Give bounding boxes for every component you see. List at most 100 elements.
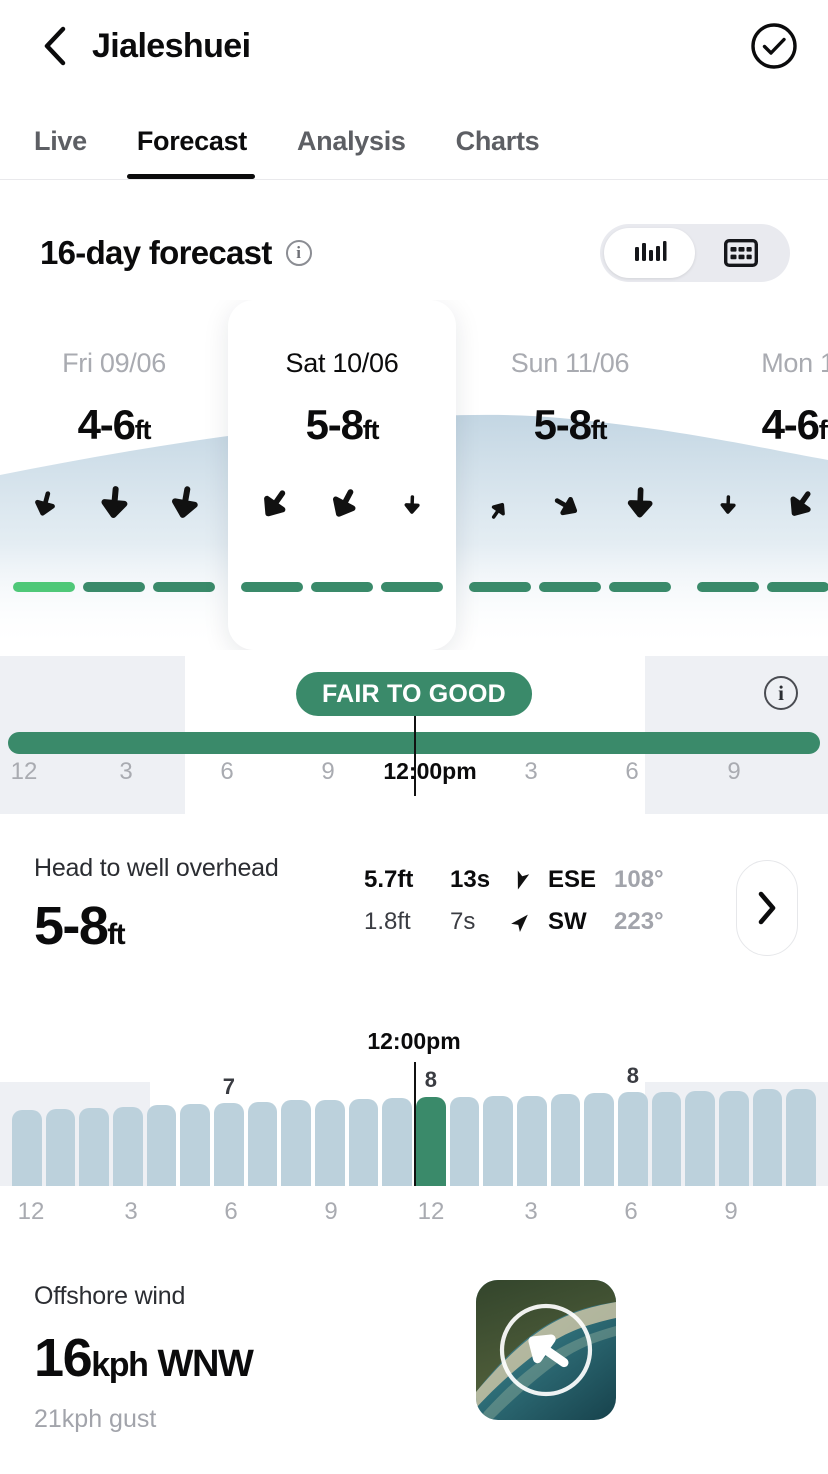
swell-secondary-degrees: 223°	[614, 908, 664, 935]
rating-segment	[381, 582, 443, 592]
chart-bar-cell	[79, 1076, 110, 1186]
swell-secondary-direction: SW	[548, 908, 587, 935]
favorite-check-button[interactable]	[750, 22, 798, 70]
forecast-header: 16-day forecast i	[0, 180, 828, 282]
wind-summary-row[interactable]: Offshore wind 16kph WNW 21kph gust	[0, 1250, 828, 1434]
bar-chart-icon	[634, 241, 666, 261]
chart-bar	[180, 1104, 211, 1186]
timeline-ticks: 12 3 6 9 12:00pm 3 6 9	[0, 756, 828, 802]
swell-primary-height: 5.7ft	[364, 866, 414, 893]
day-cards-row: Fri 09/06 4-6ft Sat 10/06 5-8ft Sun 11/0…	[0, 300, 828, 650]
wind-arrow-icon	[614, 486, 666, 530]
chart-bar	[348, 1099, 379, 1186]
timeline-tick-now: 12:00pm	[383, 758, 477, 784]
day-card-height: 5-8ft	[533, 401, 608, 448]
wind-arrow-icon	[702, 486, 754, 530]
wind-arrow-icon	[88, 486, 140, 530]
swell-primary-period: 13s	[450, 866, 491, 893]
tab-charts[interactable]: Charts	[456, 126, 568, 179]
day-card-date: Fri 09/06	[62, 348, 166, 378]
day-card-date: Mon 1	[761, 348, 828, 378]
day-carousel[interactable]: Fri 09/06 4-6ft Sat 10/06 5-8ft Sun 11/0…	[0, 300, 828, 650]
chart-tick: 3	[524, 1198, 538, 1225]
day-card-rating-segments	[0, 582, 228, 592]
swell-components: 5.7ft 13s ESE 108° 1.8ft 7s SW 223°	[364, 854, 736, 950]
rating-info-icon[interactable]: i	[764, 676, 798, 710]
chart-bar-cell	[550, 1076, 581, 1186]
rating-segment	[539, 582, 601, 592]
wind-arrow-icon	[474, 486, 526, 530]
app-header: Jialeshuei	[0, 0, 828, 92]
tab-bar: Live Forecast Analysis Charts	[0, 92, 828, 180]
tab-live[interactable]: Live	[34, 126, 115, 179]
day-card-sun[interactable]: Sun 11/06 5-8ft	[456, 300, 684, 650]
chart-bar-cell	[146, 1076, 177, 1186]
back-button[interactable]	[32, 24, 76, 68]
conditions-rating-timeline[interactable]: FAIR TO GOOD i 12 3 6 9 12:00pm 3 6 9	[0, 656, 828, 814]
chart-bar	[786, 1089, 817, 1186]
chart-bar	[79, 1107, 110, 1186]
day-card-height: 5-8ft	[305, 401, 380, 448]
swell-secondary: 1.8ft 7s SW 223°	[364, 908, 736, 936]
chevron-left-icon	[44, 26, 66, 66]
timeline-tick: 3	[119, 758, 133, 785]
chart-tick: 9	[324, 1198, 338, 1225]
swell-summary-row[interactable]: Head to well overhead 5-8ft 5.7ft 13s ES…	[0, 814, 828, 1006]
wind-speed: 16kph WNW	[34, 1328, 254, 1388]
tab-analysis[interactable]: Analysis	[297, 126, 434, 179]
chart-bar-current	[416, 1096, 446, 1186]
view-mode-chart-option[interactable]	[604, 228, 695, 278]
day-card-mon[interactable]: Mon 1 4-6ft	[684, 300, 828, 650]
chart-bar	[45, 1109, 76, 1186]
swell-description: Head to well overhead	[34, 854, 279, 882]
wind-arrow-icon	[772, 486, 824, 530]
chart-tick: 9	[724, 1198, 738, 1225]
day-card-fri[interactable]: Fri 09/06 4-6ft	[0, 300, 228, 650]
chart-now-label: 12:00pm	[367, 1028, 461, 1054]
forecast-screen: Jialeshuei Live Forecast Analysis Charts…	[0, 0, 828, 1474]
swell-summary-left: Head to well overhead 5-8ft	[34, 854, 364, 957]
swell-direction-arrow-icon	[508, 910, 534, 934]
day-card-sat-selected[interactable]: Sat 10/06 5-8ft	[228, 300, 456, 650]
chart-bar	[146, 1105, 177, 1186]
chart-bar	[685, 1090, 716, 1186]
chart-bar-cell	[752, 1076, 783, 1186]
wind-arrow-icon	[246, 486, 298, 530]
chart-bar-cell: 8	[618, 1063, 648, 1186]
chart-bar-cell	[348, 1076, 379, 1186]
wind-summary-left: Offshore wind 16kph WNW 21kph gust	[34, 1276, 476, 1434]
wind-direction-map-thumbnail[interactable]	[476, 1280, 616, 1420]
chart-tick: 6	[624, 1198, 638, 1225]
chart-bar-cell	[281, 1076, 312, 1186]
forecast-title: 16-day forecast	[40, 234, 272, 271]
timeline-tick: 9	[727, 758, 741, 785]
chart-bar	[12, 1110, 42, 1186]
status-badge: FAIR TO GOOD	[296, 672, 532, 716]
chart-bar-cell	[685, 1076, 716, 1186]
swell-details-button[interactable]	[736, 860, 798, 956]
view-mode-table-option[interactable]	[695, 228, 786, 278]
chart-bar-cell	[517, 1076, 547, 1186]
wave-height-chart[interactable]: 12:00pm 7 8 8 12 3 6 9 12 3 6 9	[0, 1020, 828, 1250]
view-mode-toggle[interactable]	[600, 224, 790, 282]
tab-forecast[interactable]: Forecast	[126, 126, 275, 179]
day-card-wind-arrows	[684, 485, 828, 531]
wind-arrow-icon	[544, 486, 596, 530]
info-icon[interactable]: i	[285, 240, 312, 266]
timeline-tick: 9	[321, 758, 335, 785]
swell-size: 5-8ft	[34, 896, 126, 956]
day-card-rating-segments	[228, 582, 456, 592]
chart-bar	[483, 1095, 514, 1186]
day-card-rating-segments	[456, 582, 684, 592]
chart-bar-label: 7	[222, 1073, 235, 1099]
swell-primary-degrees: 108°	[614, 866, 664, 893]
chart-tick: 3	[124, 1198, 138, 1225]
chart-bar	[651, 1091, 682, 1186]
swell-secondary-period: 7s	[450, 908, 476, 935]
chart-bar-cell: 8	[416, 1067, 446, 1186]
day-card-date: Sun 11/06	[510, 348, 630, 378]
timeline-tick: 12	[10, 758, 38, 785]
rating-segment	[83, 582, 145, 592]
day-card-wind-arrows	[456, 485, 684, 531]
rating-segment	[767, 582, 828, 592]
